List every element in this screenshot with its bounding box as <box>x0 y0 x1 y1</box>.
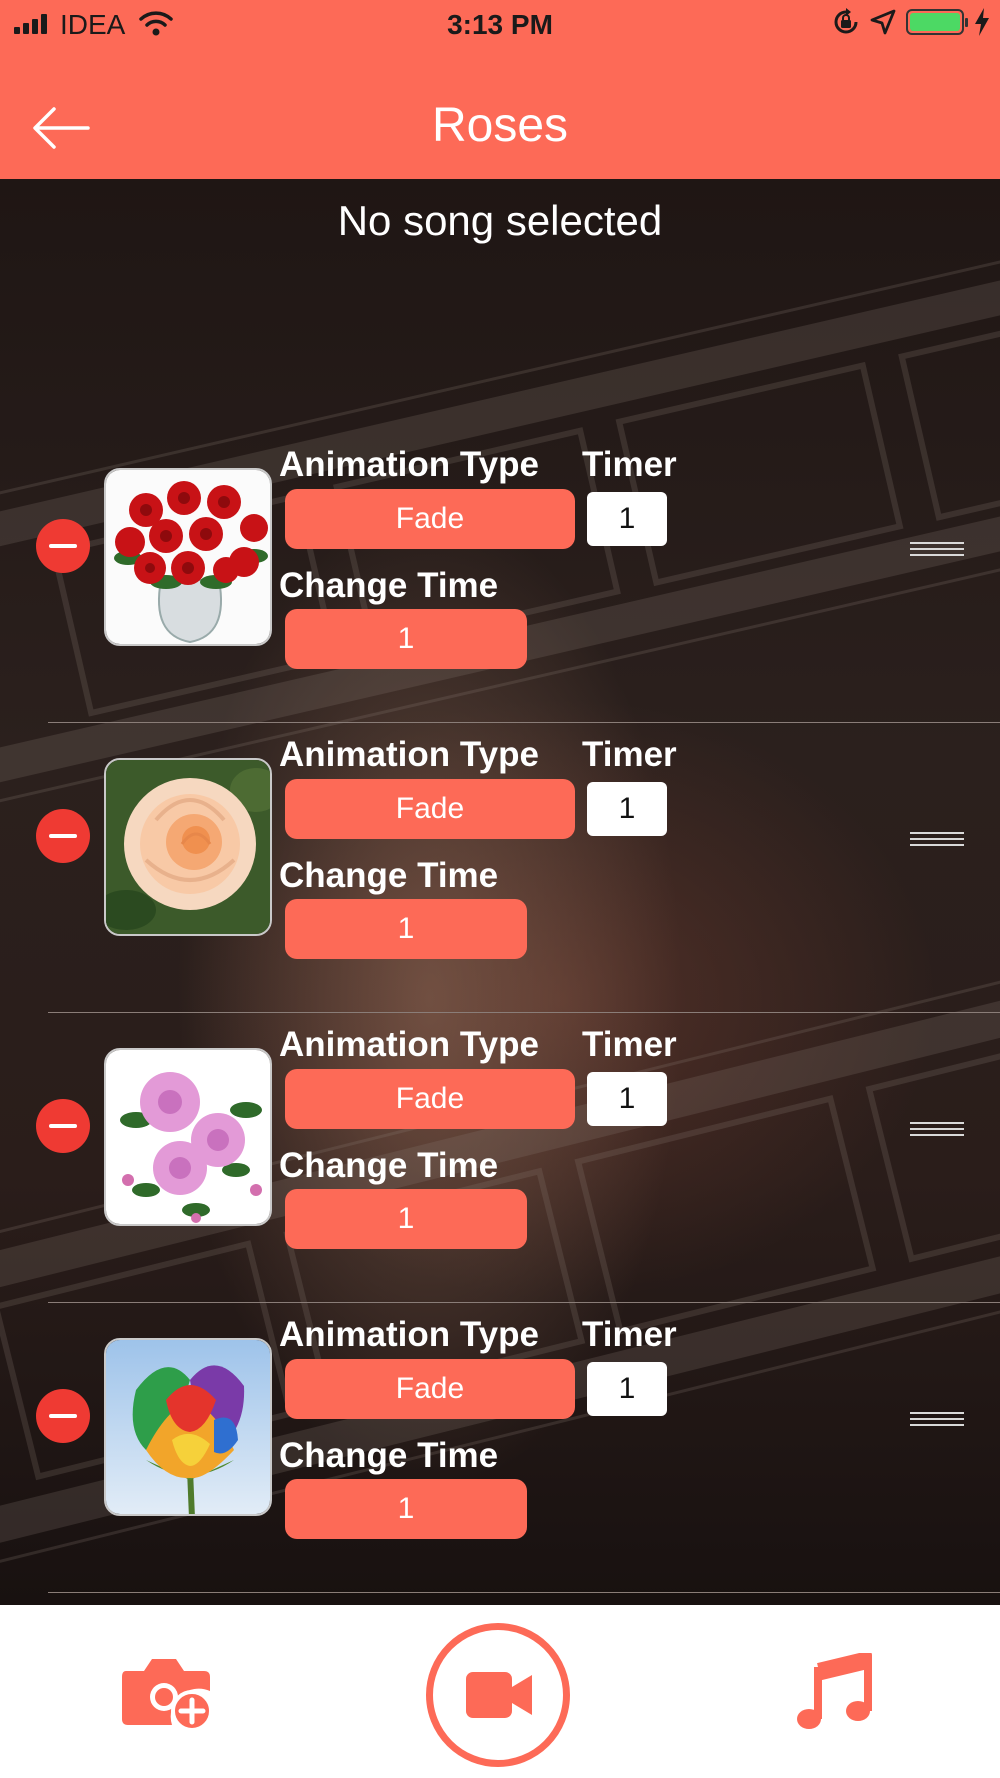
change-time-label: Change Time <box>279 1436 499 1475</box>
list-item: Animation Type Timer Fade 1 Change Time … <box>0 1303 1000 1593</box>
charging-bolt-icon <box>975 8 989 36</box>
reorder-handle-icon[interactable] <box>910 832 964 852</box>
video-camera-icon <box>466 1672 532 1718</box>
red-roses-image <box>106 470 270 644</box>
row-divider <box>48 1592 1000 1593</box>
animation-type-button[interactable]: Fade <box>285 779 575 839</box>
top-bar: IDEA 3:13 PM Roses <box>0 0 1000 179</box>
change-time-label: Change Time <box>279 856 499 895</box>
animation-type-label: Animation Type <box>279 1315 539 1354</box>
orientation-lock-icon <box>834 8 858 34</box>
status-bar: IDEA 3:13 PM <box>0 0 1000 52</box>
selected-song-label[interactable]: No song selected <box>0 197 1000 245</box>
change-time-label: Change Time <box>279 566 499 605</box>
page-title: Roses <box>431 99 569 152</box>
rainbow-rose-image <box>106 1340 270 1514</box>
bottom-toolbar <box>0 1605 1000 1778</box>
animation-type-button[interactable]: Fade <box>285 1359 575 1419</box>
location-arrow-icon <box>870 9 896 35</box>
battery-icon <box>906 9 968 35</box>
reorder-handle-icon[interactable] <box>910 1122 964 1142</box>
pink-roses-image <box>106 1050 270 1224</box>
timer-input[interactable]: 1 <box>587 1362 667 1416</box>
slide-list: No song selected Animation Type Timer Fa… <box>0 179 1000 1605</box>
timer-input[interactable]: 1 <box>587 492 667 546</box>
remove-item-button[interactable] <box>36 519 90 573</box>
change-time-button[interactable]: 1 <box>285 1189 527 1249</box>
change-time-button[interactable]: 1 <box>285 1479 527 1539</box>
slide-thumbnail[interactable] <box>104 758 272 936</box>
remove-item-button[interactable] <box>36 1389 90 1443</box>
slide-thumbnail[interactable] <box>104 468 272 646</box>
remove-item-button[interactable] <box>36 1099 90 1153</box>
change-time-button[interactable]: 1 <box>285 899 527 959</box>
timer-label: Timer <box>582 445 677 484</box>
change-time-button[interactable]: 1 <box>285 609 527 669</box>
add-photo-camera-icon[interactable] <box>120 1651 216 1731</box>
list-item: Animation Type Timer Fade 1 Change Time … <box>0 723 1000 1013</box>
list-item: Animation Type Timer Fade 1 Change Time … <box>0 433 1000 723</box>
timer-input[interactable]: 1 <box>587 1072 667 1126</box>
timer-label: Timer <box>582 735 677 774</box>
reorder-handle-icon[interactable] <box>910 1412 964 1432</box>
animation-type-label: Animation Type <box>279 445 539 484</box>
animation-type-button[interactable]: Fade <box>285 489 575 549</box>
slide-thumbnail[interactable] <box>104 1338 272 1516</box>
peach-rose-image <box>106 760 270 934</box>
timer-label: Timer <box>582 1315 677 1354</box>
timer-input[interactable]: 1 <box>587 782 667 836</box>
remove-item-button[interactable] <box>36 809 90 863</box>
animation-type-label: Animation Type <box>279 1025 539 1064</box>
slide-thumbnail[interactable] <box>104 1048 272 1226</box>
reorder-handle-icon[interactable] <box>910 542 964 562</box>
timer-label: Timer <box>582 1025 677 1064</box>
animation-type-button[interactable]: Fade <box>285 1069 575 1129</box>
list-item: Animation Type Timer Fade 1 Change Time … <box>0 1013 1000 1303</box>
animation-type-label: Animation Type <box>279 735 539 774</box>
change-time-label: Change Time <box>279 1146 499 1185</box>
record-video-button[interactable] <box>426 1623 570 1767</box>
music-note-icon[interactable] <box>796 1653 872 1731</box>
